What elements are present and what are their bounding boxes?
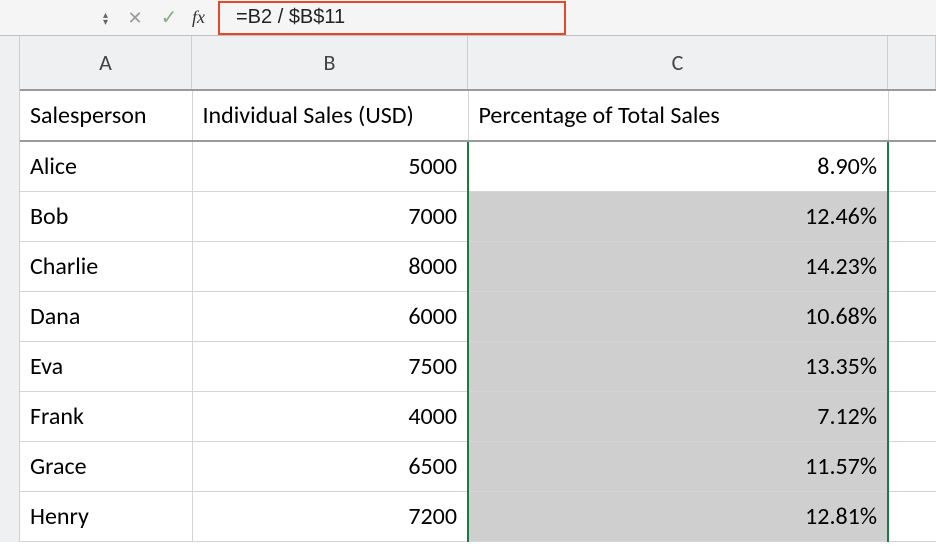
cell[interactable]: Charlie [20, 241, 192, 291]
cell[interactable] [888, 391, 936, 441]
name-box-stepper[interactable]: ▴ ▾ [103, 11, 108, 25]
check-icon: ✓ [161, 6, 178, 30]
cell[interactable] [888, 441, 936, 491]
grid: A B C Salesperson Individual Sales (USD)… [20, 36, 936, 542]
cell[interactable]: 4000 [192, 391, 468, 441]
table-row: Henry 7200 12.81% [20, 491, 936, 541]
col-header-A[interactable]: A [20, 36, 192, 89]
cell[interactable]: 7200 [192, 491, 468, 541]
cell[interactable] [888, 141, 936, 191]
table-row: Alice 5000 8.90% [20, 141, 936, 191]
cell[interactable] [888, 341, 936, 391]
cell-active[interactable]: 8.90% [468, 141, 888, 191]
data-table[interactable]: Salesperson Individual Sales (USD) Perce… [20, 91, 936, 542]
cell[interactable]: 11.57% [468, 441, 888, 491]
cell[interactable] [888, 491, 936, 541]
cell[interactable]: Henry [20, 491, 192, 541]
col-header-D[interactable] [888, 36, 936, 89]
fx-label[interactable]: fx [190, 7, 211, 28]
cell[interactable]: 7000 [192, 191, 468, 241]
cell[interactable]: 6000 [192, 291, 468, 341]
cell[interactable] [888, 241, 936, 291]
separator [219, 8, 220, 28]
cell[interactable]: 13.35% [468, 341, 888, 391]
cell[interactable]: Eva [20, 341, 192, 391]
formula-input[interactable] [228, 4, 468, 32]
table-row: Frank 4000 7.12% [20, 391, 936, 441]
cell-B1[interactable]: Individual Sales (USD) [192, 91, 468, 141]
name-box-area: ▴ ▾ [6, 11, 114, 25]
cancel-button[interactable]: ✕ [122, 7, 148, 29]
sheet-area: A B C Salesperson Individual Sales (USD)… [0, 36, 936, 542]
cell[interactable]: Dana [20, 291, 192, 341]
cell[interactable]: 10.68% [468, 291, 888, 341]
stepper-down-icon[interactable]: ▾ [103, 18, 108, 25]
table-row: Salesperson Individual Sales (USD) Perce… [20, 91, 936, 141]
cell[interactable]: Grace [20, 441, 192, 491]
table-row: Charlie 8000 14.23% [20, 241, 936, 291]
confirm-button[interactable]: ✓ [156, 5, 182, 30]
table-row: Dana 6000 10.68% [20, 291, 936, 341]
col-header-B[interactable]: B [192, 36, 468, 89]
x-icon: ✕ [127, 7, 142, 29]
formula-bar: ▴ ▾ ✕ ✓ fx [0, 0, 936, 36]
cell[interactable]: 8000 [192, 241, 468, 291]
cell-D1[interactable] [888, 91, 936, 141]
cell[interactable]: 7500 [192, 341, 468, 391]
cell-C1[interactable]: Percentage of Total Sales [468, 91, 888, 141]
cell[interactable] [888, 191, 936, 241]
cell-A1[interactable]: Salesperson [20, 91, 192, 141]
cell[interactable]: 7.12% [468, 391, 888, 441]
cell[interactable]: 5000 [192, 141, 468, 191]
row-gutter [0, 36, 20, 542]
table-row: Bob 7000 12.46% [20, 191, 936, 241]
column-headers: A B C [20, 36, 936, 91]
cell[interactable]: 14.23% [468, 241, 888, 291]
cell[interactable]: 6500 [192, 441, 468, 491]
cell[interactable]: 12.46% [468, 191, 888, 241]
cell[interactable]: Bob [20, 191, 192, 241]
cell[interactable]: Frank [20, 391, 192, 441]
col-header-C[interactable]: C [468, 36, 888, 89]
cell[interactable] [888, 291, 936, 341]
table-row: Eva 7500 13.35% [20, 341, 936, 391]
cell[interactable]: Alice [20, 141, 192, 191]
table-row: Grace 6500 11.57% [20, 441, 936, 491]
cell[interactable]: 12.81% [468, 491, 888, 541]
